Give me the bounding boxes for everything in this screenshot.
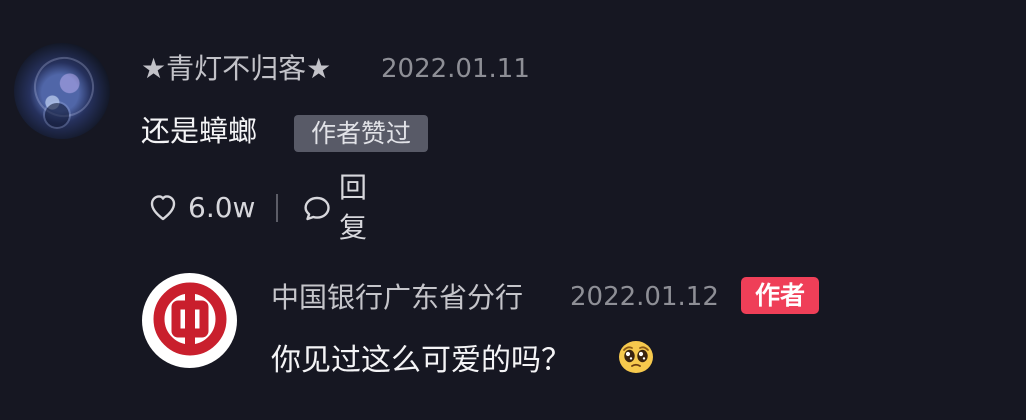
author-liked-badge: 作者赞过 — [294, 115, 428, 152]
comment-timestamp: 2022.01.11 — [381, 54, 530, 84]
comment-text: 还是蟑螂 — [141, 114, 258, 148]
bank-logo-icon — [151, 280, 229, 362]
bank-avatar[interactable] — [142, 273, 237, 368]
reply-icon — [301, 191, 333, 225]
comment-username[interactable]: ★青灯不归客★ — [141, 52, 331, 86]
avatar[interactable] — [14, 43, 110, 139]
like-count: 6.0w — [188, 191, 256, 224]
reply-timestamp: 2022.01.12 — [570, 282, 719, 312]
reply-label: 回复 — [339, 171, 368, 244]
reply-author[interactable]: 中国银行广东省分行 — [271, 281, 523, 315]
author-badge: 作者 — [741, 277, 819, 314]
heart-icon — [146, 191, 180, 225]
like-button[interactable]: 6.0w — [146, 188, 255, 228]
reply-button[interactable]: 回复 — [301, 171, 369, 244]
action-divider — [276, 194, 278, 222]
pleading-face-icon — [616, 338, 656, 376]
reply-text: 你见过这么可爱的吗？ — [271, 343, 571, 378]
